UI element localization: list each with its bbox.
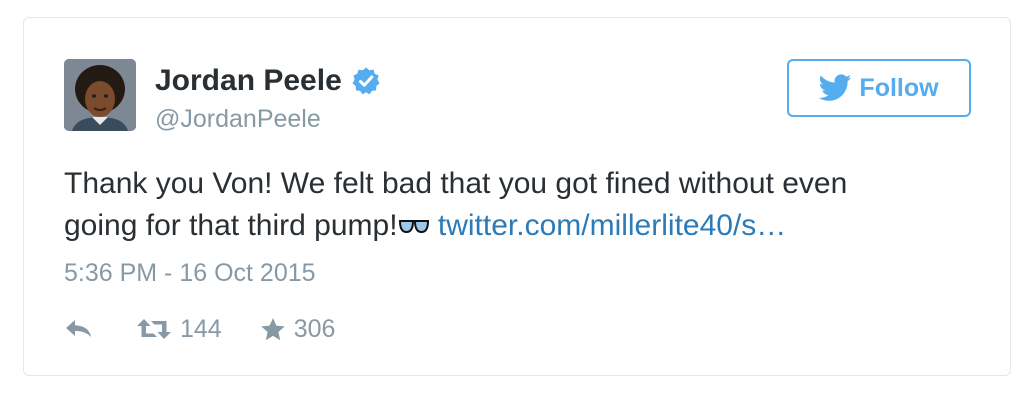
author-name[interactable]: Jordan Peele [155,64,342,98]
reply-icon [66,320,91,337]
tweet-link[interactable]: twitter.com/millerlite40/s… [438,209,786,242]
star-icon [261,317,285,340]
tweet-card: Jordan Peele @JordanPeele Follow Thank y… [23,17,1011,376]
author-name-row: Jordan Peele [155,64,381,98]
follow-label: Follow [859,73,939,102]
follow-button[interactable]: Follow [787,59,971,117]
tweet-text: Thank you Von! We felt bad that you got … [64,163,964,247]
favorite-count: 306 [293,314,336,343]
retweet-button[interactable]: 144 [136,315,222,344]
tweet-text-line-1: Thank you Von! We felt bad that you got … [64,167,848,200]
avatar[interactable] [64,59,136,131]
glasses-emoji-icon [398,220,429,234]
tweet-timestamp[interactable]: 5:36 PM - 16 Oct 2015 [64,258,316,288]
verified-badge-icon [351,66,381,96]
reply-button[interactable] [64,318,94,340]
tweet-text-line-2: going for that third pump! twitter.com/m… [64,205,964,247]
tweet-actions: 144 306 [64,312,335,346]
retweet-count: 144 [180,314,222,343]
twitter-bird-icon [819,74,852,101]
tweet-text-line-2-prefix: going for that third pump! [64,209,398,242]
retweet-icon [137,319,171,339]
avatar-image [64,59,136,131]
author-handle[interactable]: @JordanPeele [155,104,321,134]
favorite-button[interactable]: 306 [260,314,336,344]
